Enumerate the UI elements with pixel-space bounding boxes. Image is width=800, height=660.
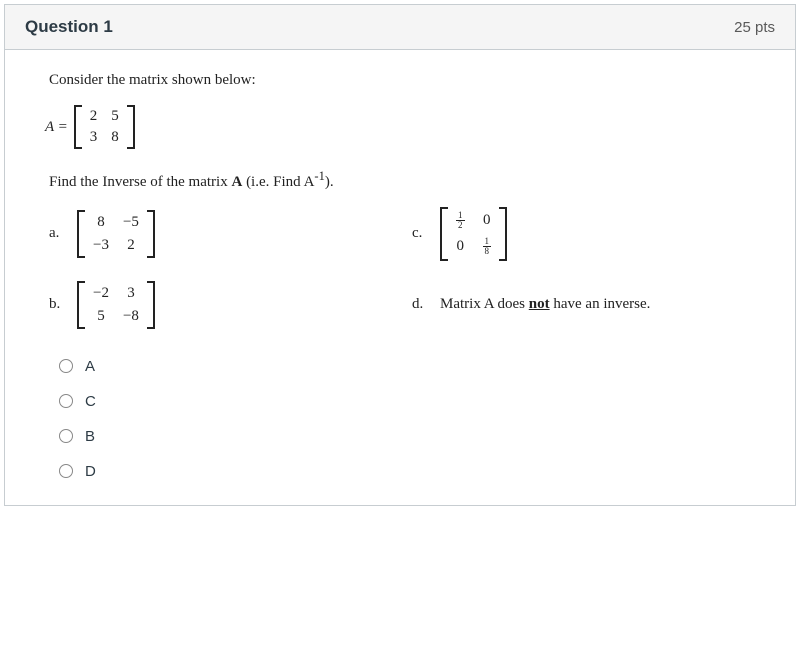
- bracket-right-icon: [147, 281, 155, 329]
- answer-label-d: D: [85, 463, 96, 480]
- option-b: b. −2 3 5 −8: [49, 281, 392, 329]
- option-b-matrix: −2 3 5 −8: [77, 281, 155, 329]
- answer-choices: A C B D: [5, 339, 795, 505]
- answer-choice-a[interactable]: A: [59, 349, 755, 384]
- opt-b-r2c2: −8: [123, 308, 139, 325]
- question-header: Question 1 25 pts: [5, 5, 795, 50]
- bracket-left-icon: [77, 281, 85, 329]
- radio-icon[interactable]: [59, 359, 73, 373]
- option-c: c. 1 2 0 0 1 8: [412, 207, 755, 261]
- opt-b-r1c1: −2: [93, 285, 109, 302]
- find-instruction: Find the Inverse of the matrix A (i.e. F…: [49, 169, 755, 191]
- bracket-right-icon: [147, 210, 155, 258]
- answer-label-a: A: [85, 358, 95, 375]
- opt-c-r1c1: 1 2: [456, 211, 465, 231]
- bracket-left-icon: [440, 207, 448, 261]
- radio-icon[interactable]: [59, 394, 73, 408]
- opt-a-r2c2: 2: [123, 237, 139, 254]
- radio-icon[interactable]: [59, 464, 73, 478]
- opt-a-r2c1: −3: [93, 237, 109, 254]
- option-d: d. Matrix A does not have an inverse.: [412, 281, 755, 329]
- opt-c-r1c2: 0: [483, 212, 492, 229]
- option-d-letter: d.: [412, 296, 428, 313]
- prompt-intro: Consider the matrix shown below:: [49, 72, 755, 89]
- answer-label-c: C: [85, 393, 96, 410]
- matrix-a: 2 5 3 8: [74, 105, 135, 149]
- option-c-letter: c.: [412, 225, 428, 242]
- matrix-a-lhs: A =: [45, 120, 68, 135]
- matrix-a-r2c1: 3: [90, 130, 98, 145]
- answer-choice-d[interactable]: D: [59, 454, 755, 489]
- opt-b-r2c1: 5: [93, 308, 109, 325]
- opt-c-r2c2: 1 8: [483, 237, 492, 257]
- option-c-grid: 1 2 0 0 1 8: [448, 207, 499, 261]
- answer-choice-c[interactable]: C: [59, 384, 755, 419]
- bracket-left-icon: [74, 105, 82, 149]
- find-text-2: (i.e. Find A: [242, 174, 314, 190]
- option-a-grid: 8 −5 −3 2: [85, 210, 147, 258]
- question-points: 25 pts: [734, 19, 775, 36]
- option-d-text: Matrix A does not have an inverse.: [440, 296, 650, 313]
- matrix-a-r1c1: 2: [90, 109, 98, 124]
- opt-c-r2c1: 0: [456, 238, 465, 255]
- option-b-letter: b.: [49, 296, 65, 313]
- opt-b-r1c2: 3: [123, 285, 139, 302]
- option-b-grid: −2 3 5 −8: [85, 281, 147, 329]
- answer-label-b: B: [85, 428, 95, 445]
- bracket-right-icon: [127, 105, 135, 149]
- option-a-matrix: 8 −5 −3 2: [77, 210, 155, 258]
- question-card: Question 1 25 pts Consider the matrix sh…: [4, 4, 796, 506]
- opt-a-r1c1: 8: [93, 214, 109, 231]
- bracket-left-icon: [77, 210, 85, 258]
- radio-icon[interactable]: [59, 429, 73, 443]
- bracket-right-icon: [499, 207, 507, 261]
- question-body: Consider the matrix shown below: A = 2 5…: [5, 50, 795, 339]
- matrix-a-definition: A = 2 5 3 8: [45, 105, 135, 149]
- matrix-a-r1c2: 5: [111, 109, 119, 124]
- options-grid: a. 8 −5 −3 2 c.: [49, 207, 755, 329]
- option-c-matrix: 1 2 0 0 1 8: [440, 207, 507, 261]
- matrix-a-r2c2: 8: [111, 130, 119, 145]
- find-bold-A: A: [231, 174, 242, 190]
- find-superscript: -1: [314, 169, 324, 183]
- option-a: a. 8 −5 −3 2: [49, 207, 392, 261]
- answer-choice-b[interactable]: B: [59, 419, 755, 454]
- option-a-letter: a.: [49, 225, 65, 242]
- opt-a-r1c2: −5: [123, 214, 139, 231]
- find-text-1: Find the Inverse of the matrix: [49, 174, 231, 190]
- matrix-a-grid: 2 5 3 8: [82, 105, 127, 149]
- question-title: Question 1: [25, 17, 113, 37]
- find-text-3: ).: [325, 174, 334, 190]
